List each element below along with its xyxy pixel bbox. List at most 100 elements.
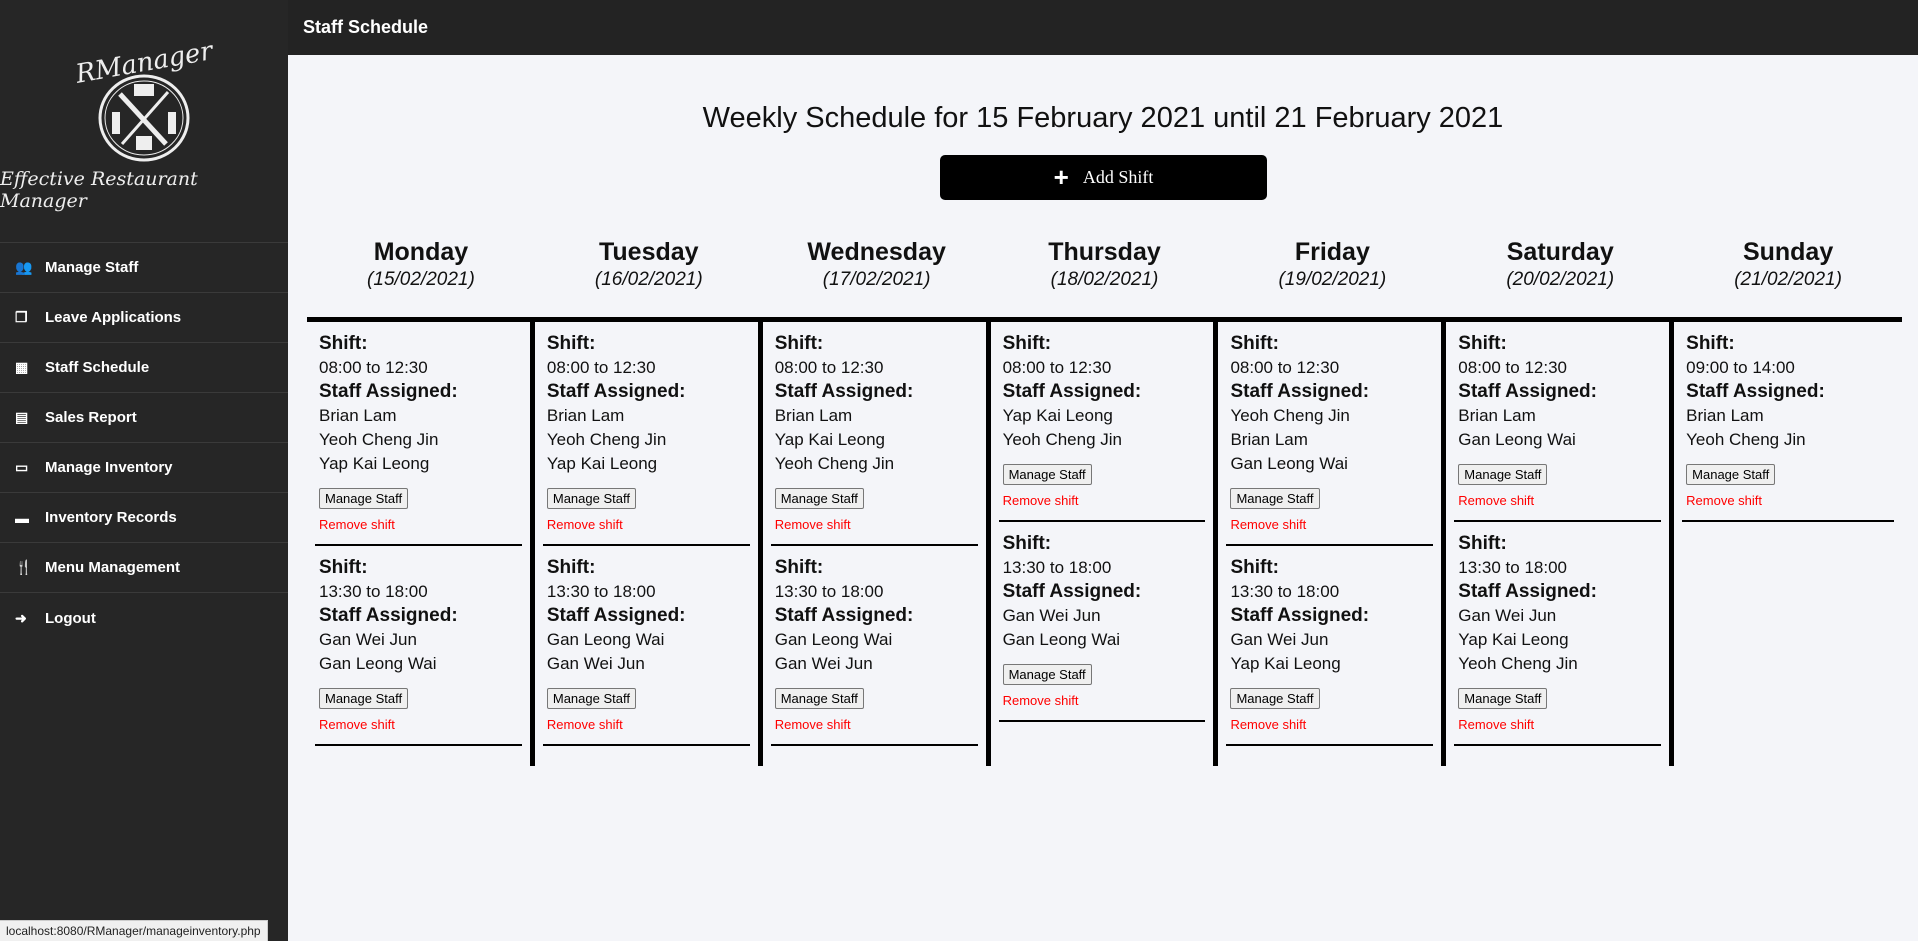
users-icon: 👥 — [15, 259, 33, 275]
shift-time: 08:00 to 12:30 — [319, 358, 428, 377]
file-icon: ▤ — [15, 409, 29, 425]
staff-assigned-label: Staff Assigned: — [1002, 381, 1142, 402]
logo-subtitle: Effective Restaurant Manager — [0, 168, 198, 212]
page-title: Weekly Schedule for 15 February 2021 unt… — [702, 102, 1504, 134]
shift-time: 13:30 to 18:00 — [774, 582, 884, 601]
sidebar-item-sales-report[interactable]: ▤ Sales Report — [0, 393, 288, 443]
shift-label: Shift: — [546, 333, 596, 354]
staff-name: Yeoh Cheng Jin — [1458, 654, 1578, 673]
remove-shift-link[interactable]: Remove shift — [1003, 493, 1202, 508]
staff-assigned-label: Staff Assigned: — [319, 381, 458, 402]
staff-assigned-label: Staff Assigned: — [1458, 581, 1597, 602]
day-headers: Monday (15/02/2021) Tuesday (16/02/2021) Wed… — [307, 238, 1902, 291]
day-date: (18/02/2021) — [1050, 269, 1159, 290]
remove-shift-link[interactable]: Remove shift — [775, 717, 974, 732]
staff-name: Yeoh Cheng Jin — [1230, 406, 1350, 425]
shift-card: Shift: 08:00 to 12:30 Staff Assigned: Yap K… — [998, 322, 1206, 522]
shift-label: Shift: — [774, 333, 824, 354]
staff-name: Brian Lam — [1458, 406, 1536, 425]
staff-assigned-label: Staff Assigned: — [1230, 605, 1370, 626]
day-column: Shift: 08:00 to 12:30 Staff Assigned: Yap K… — [991, 322, 1219, 766]
staff-name: Brian Lam — [546, 406, 625, 425]
day-column: Shift: 08:00 to 12:30 Staff Assigned: Yeoh … — [1218, 322, 1447, 766]
staff-assigned-label: Staff Assigned: — [319, 605, 458, 626]
remove-shift-link[interactable]: Remove shift — [1458, 717, 1657, 732]
day-name: Saturday — [1506, 238, 1614, 266]
shift-label: Shift: — [319, 557, 368, 578]
manage-staff-button[interactable]: Manage Staff — [1686, 464, 1776, 485]
sidebar: RManager Effective Restaurant Manager 👥 M… — [0, 0, 288, 941]
manage-staff-button[interactable]: Manage Staff — [774, 488, 864, 509]
remove-shift-link[interactable]: Remove shift — [1003, 693, 1202, 708]
utensils-icon: 🍴 — [15, 559, 33, 575]
sidebar-item-label: Manage Inventory — [45, 459, 173, 476]
manage-staff-button[interactable]: Manage Staff — [774, 688, 864, 709]
sidebar-item-logout[interactable]: ➜ Logout — [0, 593, 288, 643]
day-header: Saturday (20/02/2021) — [1446, 238, 1674, 291]
staff-name: Yeoh Cheng Jin — [319, 430, 439, 449]
sidebar-item-leave-applications[interactable]: ❐ Leave Applications — [0, 293, 288, 343]
day-header: Monday (15/02/2021) — [307, 238, 535, 291]
remove-shift-link[interactable]: Remove shift — [1686, 493, 1890, 508]
sign-out-icon: ➜ — [15, 609, 27, 626]
day-name: Sunday — [1742, 238, 1834, 266]
day-column: Shift: 09:00 to 14:00 Staff Assigned: Brian… — [1674, 322, 1902, 522]
staff-assigned-label: Staff Assigned: — [774, 605, 914, 626]
shift-time: 13:30 to 18:00 — [546, 582, 656, 601]
sidebar-item-label: Inventory Records — [45, 509, 177, 526]
remove-shift-link[interactable]: Remove shift — [319, 717, 518, 732]
day-name: Tuesday — [599, 238, 699, 266]
day-column: Shift: 08:00 to 12:30 Staff Assigned: Brian… — [763, 322, 991, 766]
sidebar-item-staff-schedule[interactable]: ▦ Staff Schedule — [0, 343, 288, 393]
shift-time: 08:00 to 12:30 — [774, 358, 884, 377]
remove-shift-link[interactable]: Remove shift — [1458, 493, 1657, 508]
manage-staff-button[interactable]: Manage Staff — [546, 488, 636, 509]
add-shift-button[interactable]: + Add Shift — [940, 155, 1267, 200]
manage-staff-button[interactable]: Manage Staff — [1458, 688, 1548, 709]
shift-label: Shift: — [546, 557, 596, 578]
remove-shift-link[interactable]: Remove shift — [547, 517, 746, 532]
staff-assigned-label: Staff Assigned: — [546, 605, 686, 626]
manage-staff-button[interactable]: Manage Staff — [1458, 464, 1548, 485]
staff-assigned-label: Staff Assigned: — [1686, 381, 1825, 402]
shift-time: 09:00 to 14:00 — [1686, 358, 1795, 377]
staff-name: Gan Wei Jun — [1002, 606, 1101, 625]
add-shift-label: Add Shift — [1082, 167, 1154, 187]
day-date: (15/02/2021) — [367, 269, 475, 290]
staff-name: Gan Leong Wai — [1458, 430, 1576, 449]
staff-name: Yap Kai Leong — [1458, 630, 1569, 649]
remove-shift-link[interactable]: Remove shift — [547, 717, 746, 732]
day-column: Shift: 08:00 to 12:30 Staff Assigned: Brian… — [307, 322, 535, 766]
manage-staff-button[interactable]: Manage Staff — [1002, 464, 1092, 485]
manage-staff-button[interactable]: Manage Staff — [1230, 488, 1320, 509]
shift-card: Shift: 09:00 to 14:00 Staff Assigned: Brian… — [1682, 322, 1894, 522]
manage-staff-button[interactable]: Manage Staff — [1230, 688, 1320, 709]
manage-staff-button[interactable]: Manage Staff — [546, 688, 636, 709]
sidebar-item-label: Logout — [45, 609, 96, 627]
sidebar-item-label: Staff Schedule — [45, 359, 150, 376]
sidebar-item-manage-inventory[interactable]: ▭ Manage Inventory — [0, 443, 288, 493]
remove-shift-link[interactable]: Remove shift — [319, 517, 518, 532]
shift-time: 13:30 to 18:00 — [1230, 582, 1340, 601]
remove-shift-link[interactable]: Remove shift — [775, 517, 974, 532]
sidebar-item-menu-management[interactable]: 🍴 Menu Management — [0, 543, 288, 593]
staff-assigned-label: Staff Assigned: — [546, 381, 686, 402]
manage-staff-button[interactable]: Manage Staff — [319, 488, 409, 509]
shift-card: Shift: 13:30 to 18:00 Staff Assigned: Gan W… — [315, 546, 522, 746]
staff-name: Gan Wei Jun — [546, 654, 645, 673]
staff-name: Yeoh Cheng Jin — [774, 454, 895, 473]
staff-name: Yap Kai Leong — [1002, 406, 1113, 425]
staff-name: Brian Lam — [774, 406, 853, 425]
day-header: Thursday (18/02/2021) — [991, 238, 1219, 291]
remove-shift-link[interactable]: Remove shift — [1230, 517, 1429, 532]
sidebar-item-manage-staff[interactable]: 👥 Manage Staff — [0, 243, 288, 293]
shift-time: 08:00 to 12:30 — [1458, 358, 1568, 377]
sidebar-item-label: Menu Management — [45, 559, 181, 576]
manage-staff-button[interactable]: Manage Staff — [1002, 664, 1092, 685]
staff-name: Yeoh Cheng Jin — [1686, 430, 1806, 449]
remove-shift-link[interactable]: Remove shift — [1230, 717, 1429, 732]
manage-staff-button[interactable]: Manage Staff — [319, 688, 409, 709]
sidebar-item-inventory-records[interactable]: ▬ Inventory Records — [0, 493, 288, 543]
logo: RManager Effective Restaurant Manager — [0, 0, 288, 242]
day-date: (20/02/2021) — [1506, 269, 1615, 290]
